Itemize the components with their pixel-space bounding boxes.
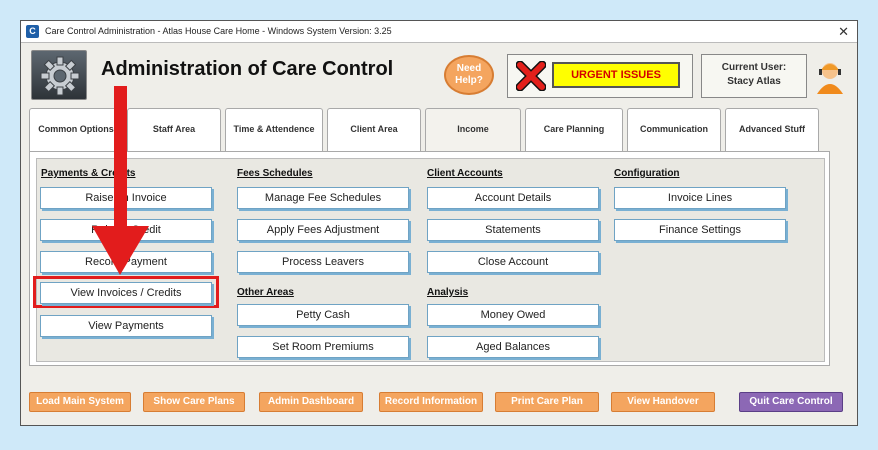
section-heading-client-accounts: Client Accounts [427, 168, 503, 179]
petty-cash-button[interactable]: Petty Cash [237, 304, 409, 326]
red-x-icon [516, 61, 546, 91]
income-panel: Payments & Credits Raise an Invoice Rais… [29, 151, 830, 366]
apply-fees-adjustment-button[interactable]: Apply Fees Adjustment [237, 219, 409, 241]
account-details-button[interactable]: Account Details [427, 187, 599, 209]
quit-care-control-button[interactable]: Quit Care Control [739, 392, 843, 412]
record-information-button[interactable]: Record Information [379, 392, 483, 412]
bottom-toolbar: Load Main System Show Care Plans Admin D… [29, 384, 849, 418]
current-user-label: Current User: [721, 62, 787, 73]
app-logo-icon: C [26, 25, 39, 38]
money-owed-button[interactable]: Money Owed [427, 304, 599, 326]
set-room-premiums-button[interactable]: Set Room Premiums [237, 336, 409, 358]
process-leavers-button[interactable]: Process Leavers [237, 251, 409, 273]
need-help-button[interactable]: Need Help? [444, 55, 494, 95]
section-heading-analysis: Analysis [427, 287, 469, 298]
view-invoices-credits-button[interactable]: View Invoices / Credits [40, 282, 212, 304]
tab-communication[interactable]: Communication [627, 108, 721, 152]
section-heading-configuration: Configuration [614, 168, 680, 179]
invoice-lines-button[interactable]: Invoice Lines [614, 187, 786, 209]
raise-invoice-button[interactable]: Raise an Invoice [40, 187, 212, 209]
record-payment-button[interactable]: Record Payment [40, 251, 212, 273]
print-care-plan-button[interactable]: Print Care Plan [495, 392, 599, 412]
section-heading-fees: Fees Schedules [237, 168, 313, 179]
tab-bar: Common Options Staff Area Time & Attende… [29, 108, 849, 152]
show-care-plans-button[interactable]: Show Care Plans [143, 392, 245, 412]
urgent-issues-panel: URGENT ISSUES [507, 54, 693, 98]
statements-button[interactable]: Statements [427, 219, 599, 241]
view-payments-button[interactable]: View Payments [40, 315, 212, 337]
title-bar: C Care Control Administration - Atlas Ho… [21, 21, 857, 43]
close-icon[interactable]: ✕ [838, 24, 849, 39]
income-content: Payments & Credits Raise an Invoice Rais… [33, 158, 825, 362]
current-user-name: Stacy Atlas [727, 76, 781, 87]
load-main-system-button[interactable]: Load Main System [29, 392, 131, 412]
tab-time-attendence[interactable]: Time & Attendence [225, 108, 323, 152]
tab-advanced-stuff[interactable]: Advanced Stuff [725, 108, 819, 152]
tab-common-options[interactable]: Common Options [29, 108, 123, 152]
manage-fee-schedules-button[interactable]: Manage Fee Schedules [237, 187, 409, 209]
gear-icon [31, 50, 87, 100]
tab-client-area[interactable]: Client Area [327, 108, 421, 152]
aged-balances-button[interactable]: Aged Balances [427, 336, 599, 358]
urgent-issues-button[interactable]: URGENT ISSUES [552, 62, 680, 88]
section-heading-payments: Payments & Credits [41, 168, 136, 179]
close-account-button[interactable]: Close Account [427, 251, 599, 273]
tab-care-planning[interactable]: Care Planning [525, 108, 623, 152]
header: Administration of Care Control Need Help… [21, 44, 857, 108]
page-title: Administration of Care Control [101, 58, 394, 80]
tab-staff-area[interactable]: Staff Area [127, 108, 221, 152]
app-window: C Care Control Administration - Atlas Ho… [20, 20, 858, 426]
raise-credit-button[interactable]: Raise a Credit [40, 219, 212, 241]
section-heading-other: Other Areas [237, 287, 294, 298]
view-handover-button[interactable]: View Handover [611, 392, 715, 412]
finance-settings-button[interactable]: Finance Settings [614, 219, 786, 241]
admin-dashboard-button[interactable]: Admin Dashboard [259, 392, 363, 412]
current-user-panel: Current User: Stacy Atlas [701, 54, 807, 98]
tab-income[interactable]: Income [425, 108, 521, 152]
user-avatar-icon [817, 63, 843, 94]
window-title: Care Control Administration - Atlas Hous… [45, 26, 392, 36]
